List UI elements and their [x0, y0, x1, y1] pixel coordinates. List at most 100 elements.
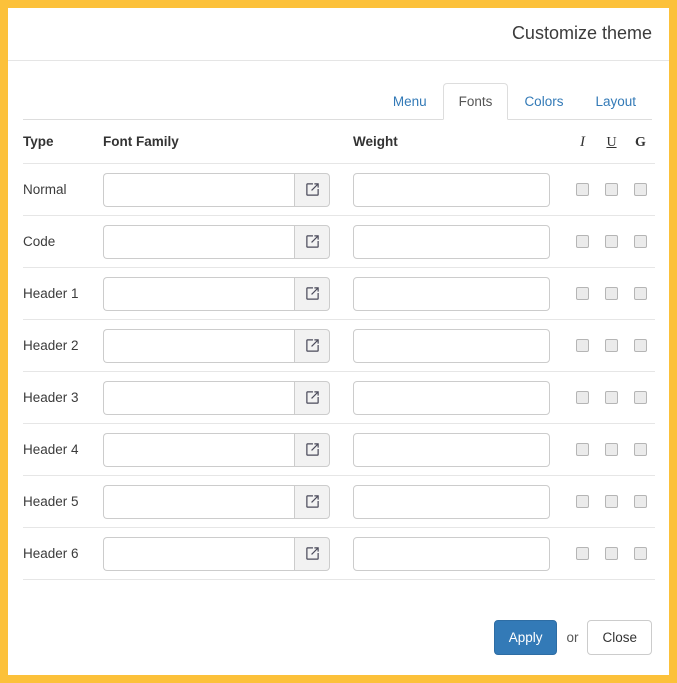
underline-checkbox[interactable] [605, 234, 618, 248]
bold-checkbox[interactable] [634, 286, 647, 300]
browse-font-button[interactable] [294, 172, 330, 207]
font-family-input[interactable] [103, 328, 295, 363]
tab-layout[interactable]: Layout [579, 83, 652, 121]
browse-font-button[interactable] [294, 328, 330, 363]
tab-colors[interactable]: Colors [508, 83, 579, 121]
font-family-input-group [103, 172, 330, 207]
underline-checkbox-cell [597, 215, 626, 268]
column-header-italic: I [568, 120, 597, 164]
font-family-cell [103, 319, 353, 372]
weight-input[interactable] [353, 380, 550, 415]
weight-input[interactable] [353, 432, 550, 467]
bold-checkbox[interactable] [634, 234, 647, 248]
weight-input[interactable] [353, 276, 550, 311]
bold-checkbox-cell [626, 267, 655, 320]
external-link-icon [305, 495, 319, 508]
browse-font-button[interactable] [294, 380, 330, 415]
italic-checkbox[interactable] [576, 442, 589, 456]
table-row: Header 5 [23, 475, 655, 528]
underline-checkbox[interactable] [605, 338, 618, 352]
font-family-input[interactable] [103, 536, 295, 571]
apply-button[interactable]: Apply [493, 619, 558, 655]
bold-checkbox-cell [626, 423, 655, 476]
weight-cell [353, 527, 568, 580]
font-family-input[interactable] [103, 484, 295, 519]
italic-checkbox-cell [568, 319, 597, 372]
modal-header: Customize theme [8, 8, 669, 61]
browse-font-button[interactable] [294, 484, 330, 519]
tabs-container: Menu Fonts Colors Layout [8, 61, 669, 120]
underline-checkbox[interactable] [605, 286, 618, 300]
weight-input[interactable] [353, 328, 550, 363]
page-title: Customize theme [511, 23, 652, 44]
fonts-table-container: Type Font Family Weight I U G Normal Cod… [8, 120, 669, 600]
underline-checkbox-cell [597, 371, 626, 424]
bold-checkbox-cell [626, 527, 655, 580]
italic-checkbox[interactable] [576, 494, 589, 508]
font-family-input-group [103, 224, 330, 259]
close-button[interactable]: Close [587, 619, 652, 655]
browse-font-button[interactable] [294, 276, 330, 311]
bold-checkbox[interactable] [634, 546, 647, 560]
modal-footer: Apply or Close [8, 600, 669, 675]
row-label-normal: Normal [23, 163, 103, 216]
font-family-input[interactable] [103, 276, 295, 311]
underline-checkbox[interactable] [605, 390, 618, 404]
fonts-table: Type Font Family Weight I U G Normal Cod… [23, 120, 655, 580]
italic-checkbox-cell [568, 527, 597, 580]
font-family-input[interactable] [103, 432, 295, 467]
bold-checkbox[interactable] [634, 494, 647, 508]
font-family-input[interactable] [103, 172, 295, 207]
underline-checkbox[interactable] [605, 546, 618, 560]
bold-checkbox[interactable] [634, 338, 647, 352]
font-family-input-group [103, 432, 330, 467]
italic-checkbox[interactable] [576, 286, 589, 300]
row-label-header-6: Header 6 [23, 527, 103, 580]
external-link-icon [305, 547, 319, 560]
bold-checkbox[interactable] [634, 442, 647, 456]
browse-font-button[interactable] [294, 432, 330, 467]
column-header-type: Type [23, 120, 103, 164]
bold-checkbox[interactable] [634, 182, 647, 196]
bold-icon: G [635, 134, 646, 150]
font-family-cell [103, 163, 353, 216]
customize-theme-modal: Customize theme Menu Fonts Colors Layout [8, 8, 669, 675]
font-family-cell [103, 215, 353, 268]
underline-checkbox-cell [597, 267, 626, 320]
tab-menu[interactable]: Menu [377, 83, 443, 121]
weight-cell [353, 163, 568, 216]
font-family-cell [103, 475, 353, 528]
bold-checkbox-cell [626, 475, 655, 528]
weight-input[interactable] [353, 536, 550, 571]
table-row: Code [23, 215, 655, 268]
table-row: Header 4 [23, 423, 655, 476]
tab-fonts[interactable]: Fonts [442, 82, 509, 120]
underline-checkbox[interactable] [605, 494, 618, 508]
table-row: Header 1 [23, 267, 655, 320]
font-family-input[interactable] [103, 224, 295, 259]
weight-input[interactable] [353, 172, 550, 207]
italic-checkbox[interactable] [576, 546, 589, 560]
table-header-row: Type Font Family Weight I U G [23, 120, 655, 164]
italic-checkbox[interactable] [576, 390, 589, 404]
underline-icon: U [606, 134, 617, 150]
bold-checkbox-cell [626, 215, 655, 268]
font-family-input-group [103, 328, 330, 363]
browse-font-button[interactable] [294, 536, 330, 571]
underline-checkbox[interactable] [605, 182, 618, 196]
font-family-input-group [103, 536, 330, 571]
weight-cell [353, 319, 568, 372]
browse-font-button[interactable] [294, 224, 330, 259]
weight-cell [353, 371, 568, 424]
table-head: Type Font Family Weight I U G [23, 120, 655, 164]
bold-checkbox[interactable] [634, 390, 647, 404]
row-label-header-3: Header 3 [23, 371, 103, 424]
italic-checkbox[interactable] [576, 182, 589, 196]
weight-input[interactable] [353, 484, 550, 519]
bold-checkbox-cell [626, 319, 655, 372]
font-family-input[interactable] [103, 380, 295, 415]
italic-checkbox[interactable] [576, 234, 589, 248]
weight-input[interactable] [353, 224, 550, 259]
underline-checkbox[interactable] [605, 442, 618, 456]
italic-checkbox[interactable] [576, 338, 589, 352]
